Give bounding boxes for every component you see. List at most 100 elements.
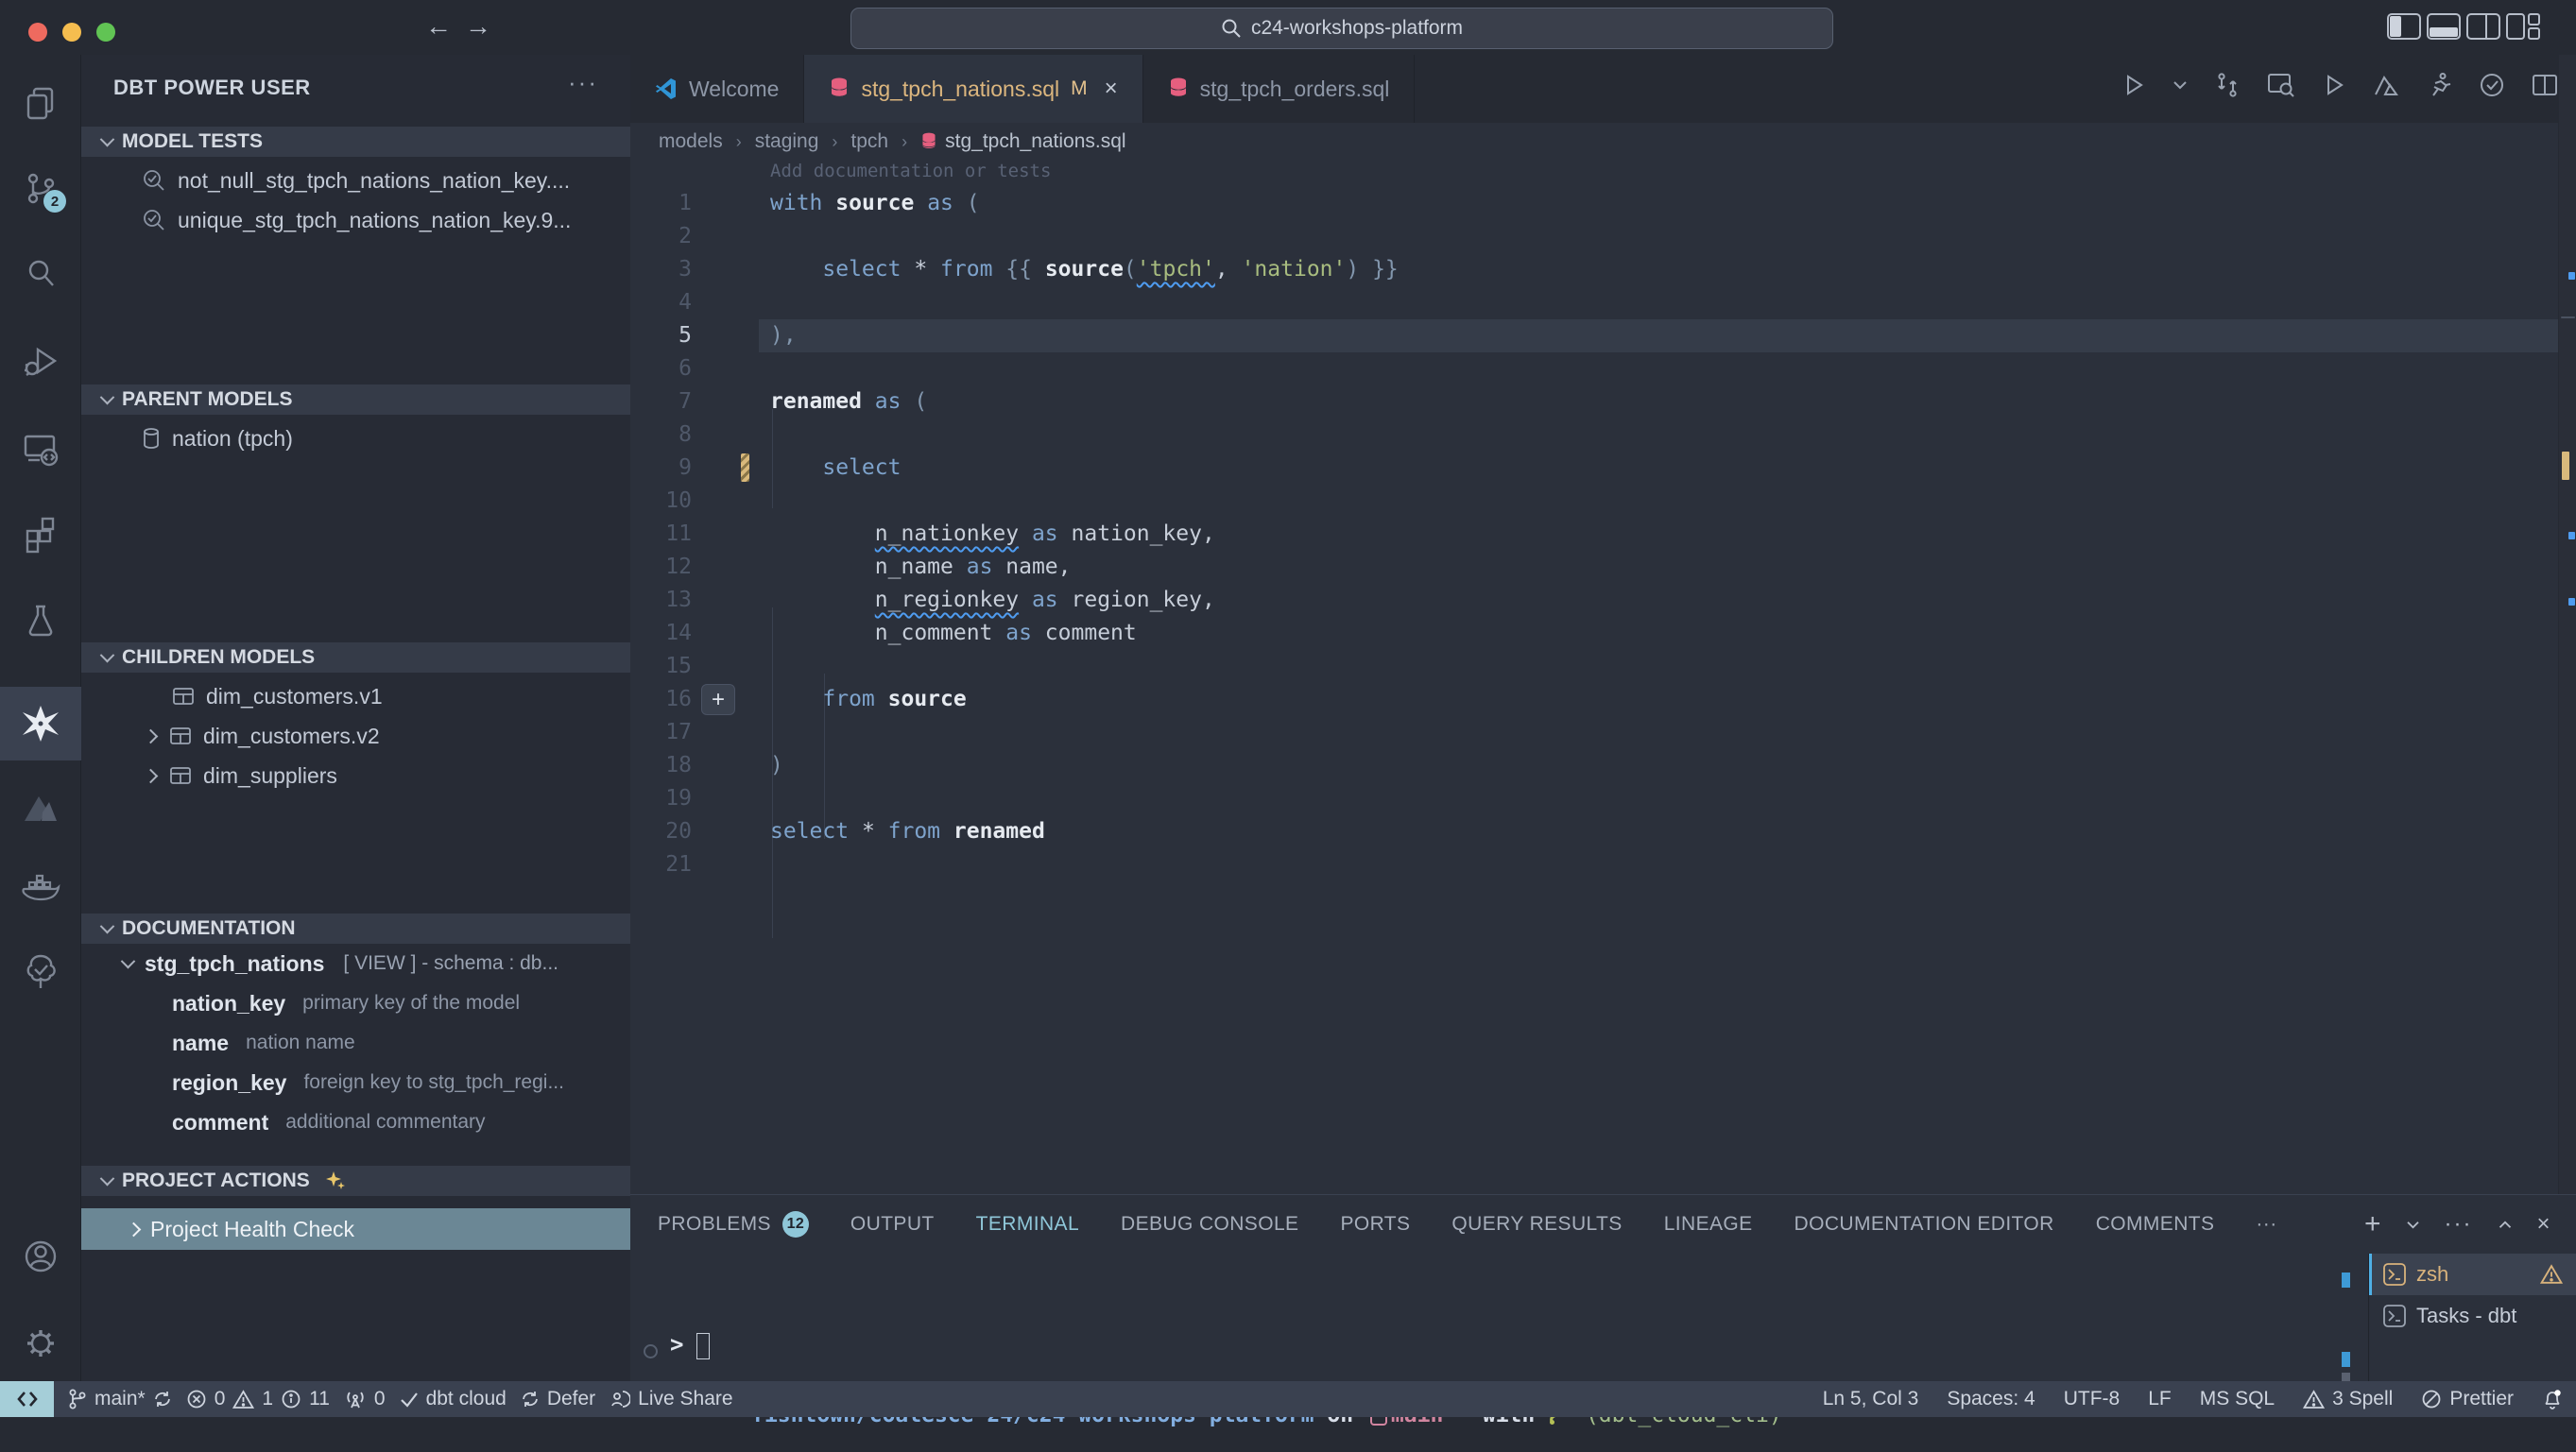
code-line[interactable]: 5), [630, 319, 2558, 352]
panel-tab-ports[interactable]: PORTS [1340, 1213, 1410, 1236]
breadcrumb-item[interactable]: models [659, 130, 723, 153]
sidebar-more-actions-icon[interactable]: ··· [568, 68, 598, 97]
section-parent-models[interactable]: PARENT MODELS [81, 384, 630, 415]
code-line[interactable]: 16+ from source [630, 683, 2558, 716]
code-line[interactable]: 3 select * from {{ source('tpch', 'natio… [630, 253, 2558, 286]
accounts-icon[interactable] [0, 1220, 81, 1293]
child-model-item[interactable]: dim_customers.v2 [81, 716, 630, 756]
code-line[interactable]: 6 [630, 352, 2558, 385]
live-share-status[interactable]: Live Share [610, 1388, 732, 1410]
panel-tab-debug-console[interactable]: DEBUG CONSOLE [1121, 1213, 1298, 1236]
breadcrumb-item[interactable]: tpch [850, 130, 888, 153]
code-line[interactable]: 2 [630, 220, 2558, 253]
defer-status[interactable]: Defer [521, 1388, 595, 1410]
section-model-tests[interactable]: MODEL TESTS [81, 127, 630, 157]
nav-back-icon[interactable]: ← [425, 11, 452, 42]
breadcrumb-item[interactable]: staging [755, 130, 819, 153]
explorer-icon[interactable] [0, 67, 81, 141]
code-line[interactable]: 13 n_regionkey as region_key, [630, 584, 2558, 617]
remote-explorer-icon[interactable] [0, 412, 81, 486]
editor-overview-ruler[interactable] [2558, 55, 2576, 1194]
tab-welcome[interactable]: Welcome [630, 55, 804, 123]
settings-gear-icon[interactable] [0, 1307, 81, 1380]
terminal-view[interactable]: fishtown/coalesce-24/c24-workshops-platf… [630, 1254, 2368, 1382]
run-dropdown-icon[interactable] [2121, 73, 2146, 97]
customize-layout-icon[interactable] [2506, 13, 2540, 40]
code-line[interactable]: 8 [630, 419, 2558, 452]
code-line[interactable]: 20select * from renamed [630, 815, 2558, 848]
ports-status[interactable]: 0 [344, 1388, 386, 1410]
encoding-status[interactable]: UTF-8 [2064, 1388, 2121, 1410]
code-line[interactable]: 7renamed as ( [630, 385, 2558, 419]
code-line[interactable]: 1with source as ( [630, 187, 2558, 220]
tab-stg-tpch-nations[interactable]: stg_tpch_nations.sql M × [804, 55, 1142, 123]
panel-tab-lineage[interactable]: LINEAGE [1664, 1213, 1753, 1236]
run-model-icon[interactable] [2322, 73, 2346, 97]
language-mode-status[interactable]: MS SQL [2200, 1388, 2275, 1410]
model-test-item[interactable]: unique_stg_tpch_nations_nation_key.9... [81, 200, 630, 240]
panel-tab-documentation-editor[interactable]: DOCUMENTATION EDITOR [1795, 1213, 2054, 1236]
close-panel-icon[interactable]: × [2537, 1211, 2550, 1238]
child-model-item[interactable]: dim_customers.v1 [81, 676, 630, 716]
toggle-secondary-sidebar-icon[interactable] [2466, 13, 2500, 40]
doc-column-item[interactable]: nation_keyprimary key of the model [81, 983, 630, 1023]
extensions-icon[interactable] [0, 497, 81, 571]
child-model-item[interactable]: dim_suppliers [81, 756, 630, 795]
code-line[interactable]: 9 select [630, 452, 2558, 485]
code-line[interactable]: 11 n_nationkey as nation_key, [630, 518, 2558, 551]
panel-tab-problems[interactable]: PROBLEMS12 [658, 1211, 809, 1238]
problems-status[interactable]: 0 1 11 [186, 1388, 330, 1410]
panel-tab-output[interactable]: OUTPUT [850, 1213, 935, 1236]
altimate-ai-icon[interactable] [0, 772, 81, 846]
search-view-icon[interactable] [0, 237, 81, 311]
project-action-item[interactable]: Project Health Check [81, 1208, 630, 1250]
window-close-button[interactable] [28, 23, 47, 42]
remote-indicator[interactable] [0, 1381, 54, 1417]
panel-tab-terminal[interactable]: TERMINAL [976, 1213, 1079, 1236]
chevron-down-icon[interactable] [2172, 79, 2188, 91]
spell-checker-status[interactable]: 3 Spell [2303, 1388, 2393, 1410]
testing-beaker-icon[interactable] [0, 584, 81, 658]
toggle-sidebar-icon[interactable] [2387, 13, 2421, 40]
altimate-action-icon[interactable] [2373, 73, 2399, 97]
code-line[interactable]: 17 [630, 716, 2558, 749]
panel-tab-comments[interactable]: COMMENTS [2096, 1213, 2215, 1236]
code-editor[interactable]: Add documentation or tests 1with source … [630, 161, 2558, 881]
git-branch-status[interactable]: main* [68, 1388, 172, 1410]
launch-profile-chevron-icon[interactable] [2406, 1220, 2420, 1230]
doc-column-item[interactable]: region_keyforeign key to stg_tpch_regi..… [81, 1063, 630, 1102]
window-minimize-button[interactable] [62, 23, 81, 42]
maximize-panel-icon[interactable] [2498, 1220, 2513, 1230]
doc-model-row[interactable]: stg_tpch_nations [ VIEW ] - schema : db.… [81, 944, 630, 983]
query-preview-icon[interactable] [2267, 72, 2295, 98]
command-center-search[interactable]: c24-workshops-platform [850, 8, 1833, 49]
code-line[interactable]: 14 n_comment as comment [630, 617, 2558, 650]
window-maximize-button[interactable] [96, 23, 115, 42]
terminal-tab-tasks-dbt[interactable]: Tasks - dbt [2369, 1295, 2576, 1337]
breadcrumb-file[interactable]: stg_tpch_nations.sql [920, 130, 1125, 153]
dry-run-runner-icon[interactable] [2426, 72, 2452, 98]
indentation-status[interactable]: Spaces: 4 [1947, 1388, 2035, 1410]
code-line[interactable]: 15 [630, 650, 2558, 683]
close-tab-icon[interactable]: × [1105, 76, 1118, 102]
docker-icon[interactable] [0, 850, 81, 924]
code-line[interactable]: 12 n_name as name, [630, 551, 2558, 584]
doc-column-item[interactable]: commentadditional commentary [81, 1102, 630, 1142]
new-terminal-icon[interactable]: + [2364, 1208, 2381, 1240]
panel-more-tabs-icon[interactable]: ··· [2256, 1213, 2276, 1236]
notifications-bell[interactable] [2542, 1388, 2563, 1410]
prettier-status[interactable]: Prettier [2421, 1388, 2514, 1410]
codelens-add-docs[interactable]: Add documentation or tests [630, 161, 2558, 187]
terminal-tab-zsh[interactable]: zsh [2369, 1254, 2576, 1295]
code-line[interactable]: 10 [630, 485, 2558, 518]
tab-stg-tpch-orders[interactable]: stg_tpch_orders.sql [1143, 55, 1416, 123]
command-decoration-icon[interactable] [644, 1344, 658, 1358]
code-line[interactable]: 4 [630, 286, 2558, 319]
compare-lineage-icon[interactable] [2214, 72, 2241, 98]
cursor-position-status[interactable]: Ln 5, Col 3 [1823, 1388, 1919, 1410]
model-test-item[interactable]: not_null_stg_tpch_nations_nation_key.... [81, 161, 630, 200]
add-action-button[interactable]: + [701, 684, 735, 715]
run-debug-icon[interactable] [0, 325, 81, 399]
code-line[interactable]: 18) [630, 749, 2558, 782]
code-line[interactable]: 19 [630, 782, 2558, 815]
